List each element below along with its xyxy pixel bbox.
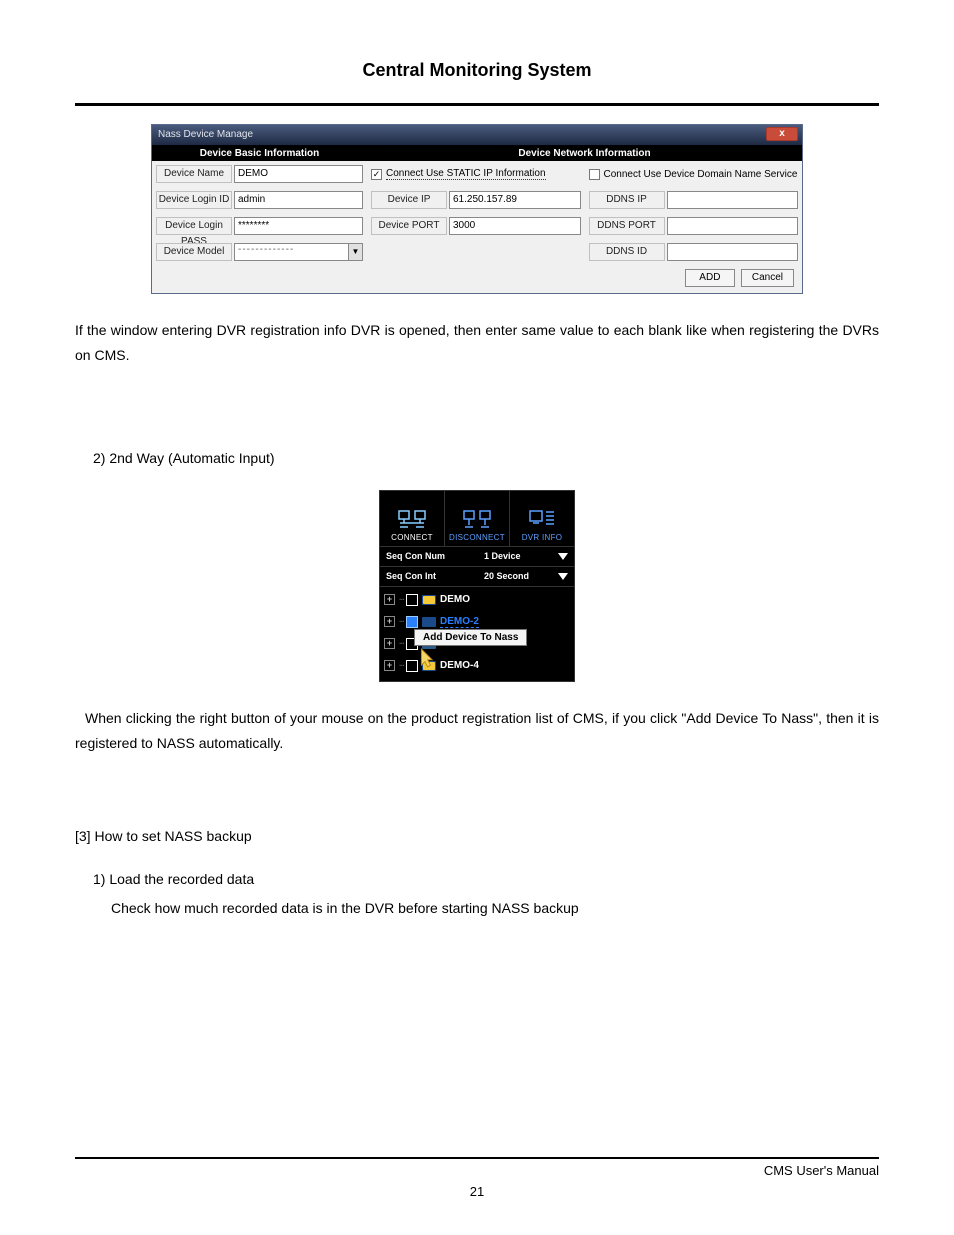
device-login-id-label: Device Login ID xyxy=(156,191,232,209)
network-info-header: Device Network Information xyxy=(367,145,802,161)
doc-title: Central Monitoring System xyxy=(75,60,879,81)
seq-con-num-row[interactable]: Seq Con Num 1 Device xyxy=(380,547,574,567)
checkbox-icon[interactable] xyxy=(406,594,418,606)
page-number: 21 xyxy=(75,1184,879,1199)
paragraph-3: Check how much recorded data is in the D… xyxy=(111,896,879,921)
device-name: DEMO xyxy=(440,594,470,605)
device-list-item[interactable]: + ··· DEMO xyxy=(380,589,574,611)
checkbox-icon: ✓ xyxy=(371,169,382,180)
device-login-id-input[interactable]: admin xyxy=(234,191,363,209)
static-ip-label: Connect Use STATIC IP Information xyxy=(386,168,546,180)
dropdown-triangle-icon xyxy=(558,553,568,560)
device-list-item[interactable]: + ··· DEMO-4 xyxy=(380,655,574,677)
device-port-label: Device PORT xyxy=(371,217,447,235)
device-model-select[interactable]: ------------- ▼ xyxy=(234,243,363,261)
device-model-value: ------------- xyxy=(235,244,294,255)
expand-icon[interactable]: + xyxy=(384,616,395,627)
paragraph-1: If the window entering DVR registration … xyxy=(75,318,879,368)
ddns-ip-label: DDNS IP xyxy=(589,191,665,209)
heading-3-1: 1) Load the recorded data xyxy=(93,867,879,892)
tree-connector-icon: ··· xyxy=(399,617,404,626)
footer-rule xyxy=(75,1157,879,1159)
ddns-label: Connect Use Device Domain Name Service xyxy=(604,169,798,180)
device-ip-label: Device IP xyxy=(371,191,447,209)
cancel-button[interactable]: Cancel xyxy=(741,269,794,287)
dvr-icon xyxy=(422,617,436,627)
top-rule xyxy=(75,103,879,106)
cursor-icon xyxy=(416,647,434,669)
ddns-port-label: DDNS PORT xyxy=(589,217,665,235)
static-ip-checkbox[interactable]: ✓ Connect Use STATIC IP Information xyxy=(371,168,546,180)
seq-con-num-value: 1 Device xyxy=(484,551,521,561)
seq-con-num-label: Seq Con Num xyxy=(380,551,484,561)
seq-con-int-value: 20 Second xyxy=(484,571,529,581)
cms-device-panel: CONNECT DISCONNECT xyxy=(379,490,575,682)
footer-text: CMS User's Manual xyxy=(75,1163,879,1178)
nass-device-manage-dialog: Nass Device Manage x Device Basic Inform… xyxy=(151,124,803,294)
add-button[interactable]: ADD xyxy=(685,269,735,287)
heading-3: [3] How to set NASS backup xyxy=(75,824,879,849)
ddns-ip-input[interactable] xyxy=(667,191,799,209)
device-name: DEMO-4 xyxy=(440,660,479,671)
close-button[interactable]: x xyxy=(766,127,798,141)
basic-info-header: Device Basic Information xyxy=(152,145,367,161)
device-name-input[interactable]: DEMO xyxy=(234,165,363,183)
checkbox-icon xyxy=(589,169,600,180)
connect-tab-label: CONNECT xyxy=(391,533,433,542)
seq-con-int-row[interactable]: Seq Con Int 20 Second xyxy=(380,567,574,587)
device-port-input[interactable]: 3000 xyxy=(449,217,581,235)
seq-con-int-label: Seq Con Int xyxy=(380,571,484,581)
ddns-checkbox[interactable]: Connect Use Device Domain Name Service xyxy=(589,169,798,180)
expand-icon[interactable]: + xyxy=(384,594,395,605)
device-login-pass-label: Device Login PASS xyxy=(156,217,232,235)
context-menu-item[interactable]: Add Device To Nass xyxy=(414,629,527,646)
dvr-info-tab[interactable]: DVR INFO xyxy=(510,491,574,547)
tree-connector-icon: ··· xyxy=(399,595,404,604)
dropdown-triangle-icon xyxy=(558,573,568,580)
chevron-down-icon: ▼ xyxy=(348,244,362,260)
dvr-info-tab-label: DVR INFO xyxy=(522,533,563,542)
connect-tab[interactable]: CONNECT xyxy=(380,491,445,547)
device-name: DEMO-2 xyxy=(440,616,479,628)
dialog-titlebar: Nass Device Manage x xyxy=(152,125,802,145)
device-login-pass-input[interactable]: ******** xyxy=(234,217,363,235)
disconnect-icon xyxy=(463,509,491,529)
device-list-item[interactable]: + ··· DEMO-2 Add Device To Nass xyxy=(380,611,574,633)
paragraph-2: When clicking the right button of your m… xyxy=(75,706,879,756)
device-ip-input[interactable]: 61.250.157.89 xyxy=(449,191,581,209)
disconnect-tab-label: DISCONNECT xyxy=(449,533,505,542)
heading-2nd-way: 2) 2nd Way (Automatic Input) xyxy=(93,446,879,471)
checkbox-icon[interactable] xyxy=(406,616,418,628)
ddns-id-label: DDNS ID xyxy=(589,243,665,261)
tree-connector-icon: ··· xyxy=(399,661,404,670)
expand-icon[interactable]: + xyxy=(384,660,395,671)
connect-icon xyxy=(398,509,426,529)
ddns-id-input[interactable] xyxy=(667,243,799,261)
disconnect-tab[interactable]: DISCONNECT xyxy=(445,491,510,547)
device-name-label: Device Name xyxy=(156,165,232,183)
dvr-info-icon xyxy=(528,509,556,529)
tree-connector-icon: ··· xyxy=(399,639,404,648)
device-model-label: Device Model xyxy=(156,243,232,261)
expand-icon[interactable]: + xyxy=(384,638,395,649)
dvr-icon xyxy=(422,595,436,605)
ddns-port-input[interactable] xyxy=(667,217,799,235)
dialog-title: Nass Device Manage xyxy=(158,129,253,140)
